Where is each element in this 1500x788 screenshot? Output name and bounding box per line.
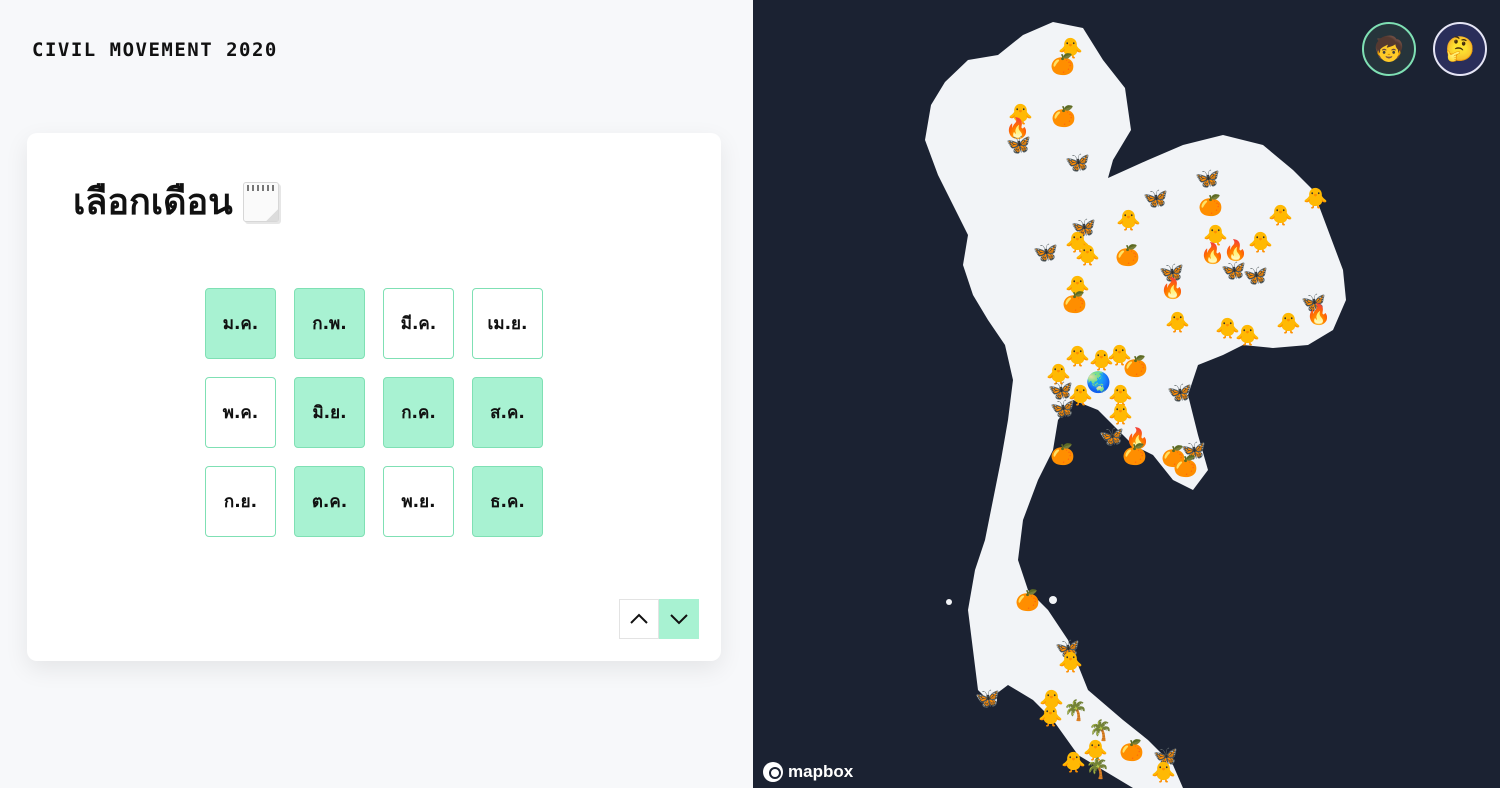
orange-icon[interactable]: 🍊 xyxy=(1119,740,1144,760)
chick-icon[interactable]: 🐥 xyxy=(1276,313,1301,333)
chick-icon[interactable]: 🐥 xyxy=(1235,325,1260,345)
butterfly-icon[interactable]: 🦋 xyxy=(1033,242,1058,262)
fire-icon[interactable]: 🔥 xyxy=(1160,278,1185,298)
orange-icon[interactable]: 🍊 xyxy=(1173,456,1198,476)
chick-icon[interactable]: 🐥 xyxy=(1038,706,1063,726)
palm-icon[interactable]: 🌴 xyxy=(1085,758,1110,778)
orange-icon[interactable]: 🍊 xyxy=(1050,444,1075,464)
orange-icon[interactable]: 🍊 xyxy=(1051,106,1076,126)
palm-icon[interactable]: 🌴 xyxy=(1088,720,1113,740)
island xyxy=(1049,596,1057,604)
orange-icon[interactable]: 🍊 xyxy=(1115,245,1140,265)
thinking-face-icon: 🤔 xyxy=(1445,35,1475,63)
orange-icon[interactable]: 🍊 xyxy=(1062,292,1087,312)
scroll-up-button[interactable] xyxy=(619,599,659,639)
chick-icon[interactable]: 🐥 xyxy=(1303,188,1328,208)
card-title: เลือกเดือน xyxy=(73,182,233,223)
mapbox-label: mapbox xyxy=(788,762,854,781)
butterfly-icon[interactable]: 🦋 xyxy=(1143,188,1168,208)
scroll-down-button[interactable] xyxy=(659,599,699,639)
mapbox-icon xyxy=(763,762,783,782)
spiral-notepad-icon xyxy=(242,181,279,222)
month-button[interactable]: ต.ค. xyxy=(294,466,365,537)
chevron-up-icon xyxy=(630,613,648,624)
orange-icon[interactable]: 🍊 xyxy=(1198,195,1223,215)
island xyxy=(946,599,952,605)
month-button[interactable]: ม.ค. xyxy=(205,288,276,359)
chick-icon[interactable]: 🐥 xyxy=(1268,205,1293,225)
avatar-kid[interactable]: 🧒 xyxy=(1362,22,1416,76)
month-button[interactable]: พ.ค. xyxy=(205,377,276,448)
month-button[interactable]: มิ.ย. xyxy=(294,377,365,448)
map-panel[interactable]: 🐥 🍊 🐥 🔥 🦋 🍊 🦋 🦋 🦋 🍊 🐥 🐥 🦋 🐥 🐥 🦋 🐥 🍊 🐥 🔥 … xyxy=(753,0,1500,788)
mapbox-logo[interactable]: mapbox xyxy=(763,762,853,782)
card-title-row: เลือกเดือน xyxy=(73,173,279,230)
chick-icon[interactable]: 🐥 xyxy=(1165,312,1190,332)
month-button[interactable]: มี.ค. xyxy=(383,288,454,359)
thailand-landmass xyxy=(925,22,1346,788)
chick-icon[interactable]: 🐥 xyxy=(1058,652,1083,672)
chick-icon[interactable]: 🐥 xyxy=(1116,210,1141,230)
fire-icon[interactable]: 🔥 xyxy=(1306,304,1331,324)
month-grid: ม.ค. ก.พ. มี.ค. เม.ย. พ.ค. มิ.ย. ก.ค. ส.… xyxy=(205,288,543,537)
butterfly-icon[interactable]: 🦋 xyxy=(1006,134,1031,154)
orange-icon[interactable]: 🍊 xyxy=(1123,356,1148,376)
chevron-down-icon xyxy=(670,614,688,625)
butterfly-icon[interactable]: 🦋 xyxy=(975,688,1000,708)
butterfly-icon[interactable]: 🦋 xyxy=(1195,168,1220,188)
chick-icon[interactable]: 🐥 xyxy=(1075,245,1100,265)
butterfly-icon[interactable]: 🦋 xyxy=(1167,382,1192,402)
palm-icon[interactable]: 🌴 xyxy=(1063,700,1088,720)
month-picker-card: เลือกเดือน ม.ค. ก.พ. มี.ค. เม.ย. พ.ค. มิ… xyxy=(27,133,721,661)
month-button[interactable]: ก.ค. xyxy=(383,377,454,448)
chick-icon[interactable]: 🐥 xyxy=(1151,762,1176,782)
month-button[interactable]: พ.ย. xyxy=(383,466,454,537)
butterfly-icon[interactable]: 🦋 xyxy=(1099,426,1124,446)
orange-icon[interactable]: 🍊 xyxy=(1122,444,1147,464)
left-panel: CIVIL MOVEMENT 2020 เลือกเดือน ม.ค. ก.พ.… xyxy=(0,0,753,788)
orange-icon[interactable]: 🍊 xyxy=(1050,54,1075,74)
month-button[interactable]: เม.ย. xyxy=(472,288,543,359)
chick-icon[interactable]: 🐥 xyxy=(1061,752,1086,772)
month-button[interactable]: ก.พ. xyxy=(294,288,365,359)
chick-icon[interactable]: 🐥 xyxy=(1108,404,1133,424)
month-button[interactable]: ก.ย. xyxy=(205,466,276,537)
fire-icon[interactable]: 🔥 xyxy=(1223,240,1248,260)
butterfly-icon[interactable]: 🦋 xyxy=(1243,265,1268,285)
month-button[interactable]: ส.ค. xyxy=(472,377,543,448)
orange-icon[interactable]: 🍊 xyxy=(1015,590,1040,610)
butterfly-icon[interactable]: 🦋 xyxy=(1050,398,1075,418)
brand-title: CIVIL MOVEMENT 2020 xyxy=(32,39,278,61)
kid-face-icon: 🧒 xyxy=(1374,35,1404,63)
butterfly-icon[interactable]: 🦋 xyxy=(1065,152,1090,172)
chick-icon[interactable]: 🐥 xyxy=(1248,232,1273,252)
avatar-thinking[interactable]: 🤔 xyxy=(1433,22,1487,76)
month-button[interactable]: ธ.ค. xyxy=(472,466,543,537)
